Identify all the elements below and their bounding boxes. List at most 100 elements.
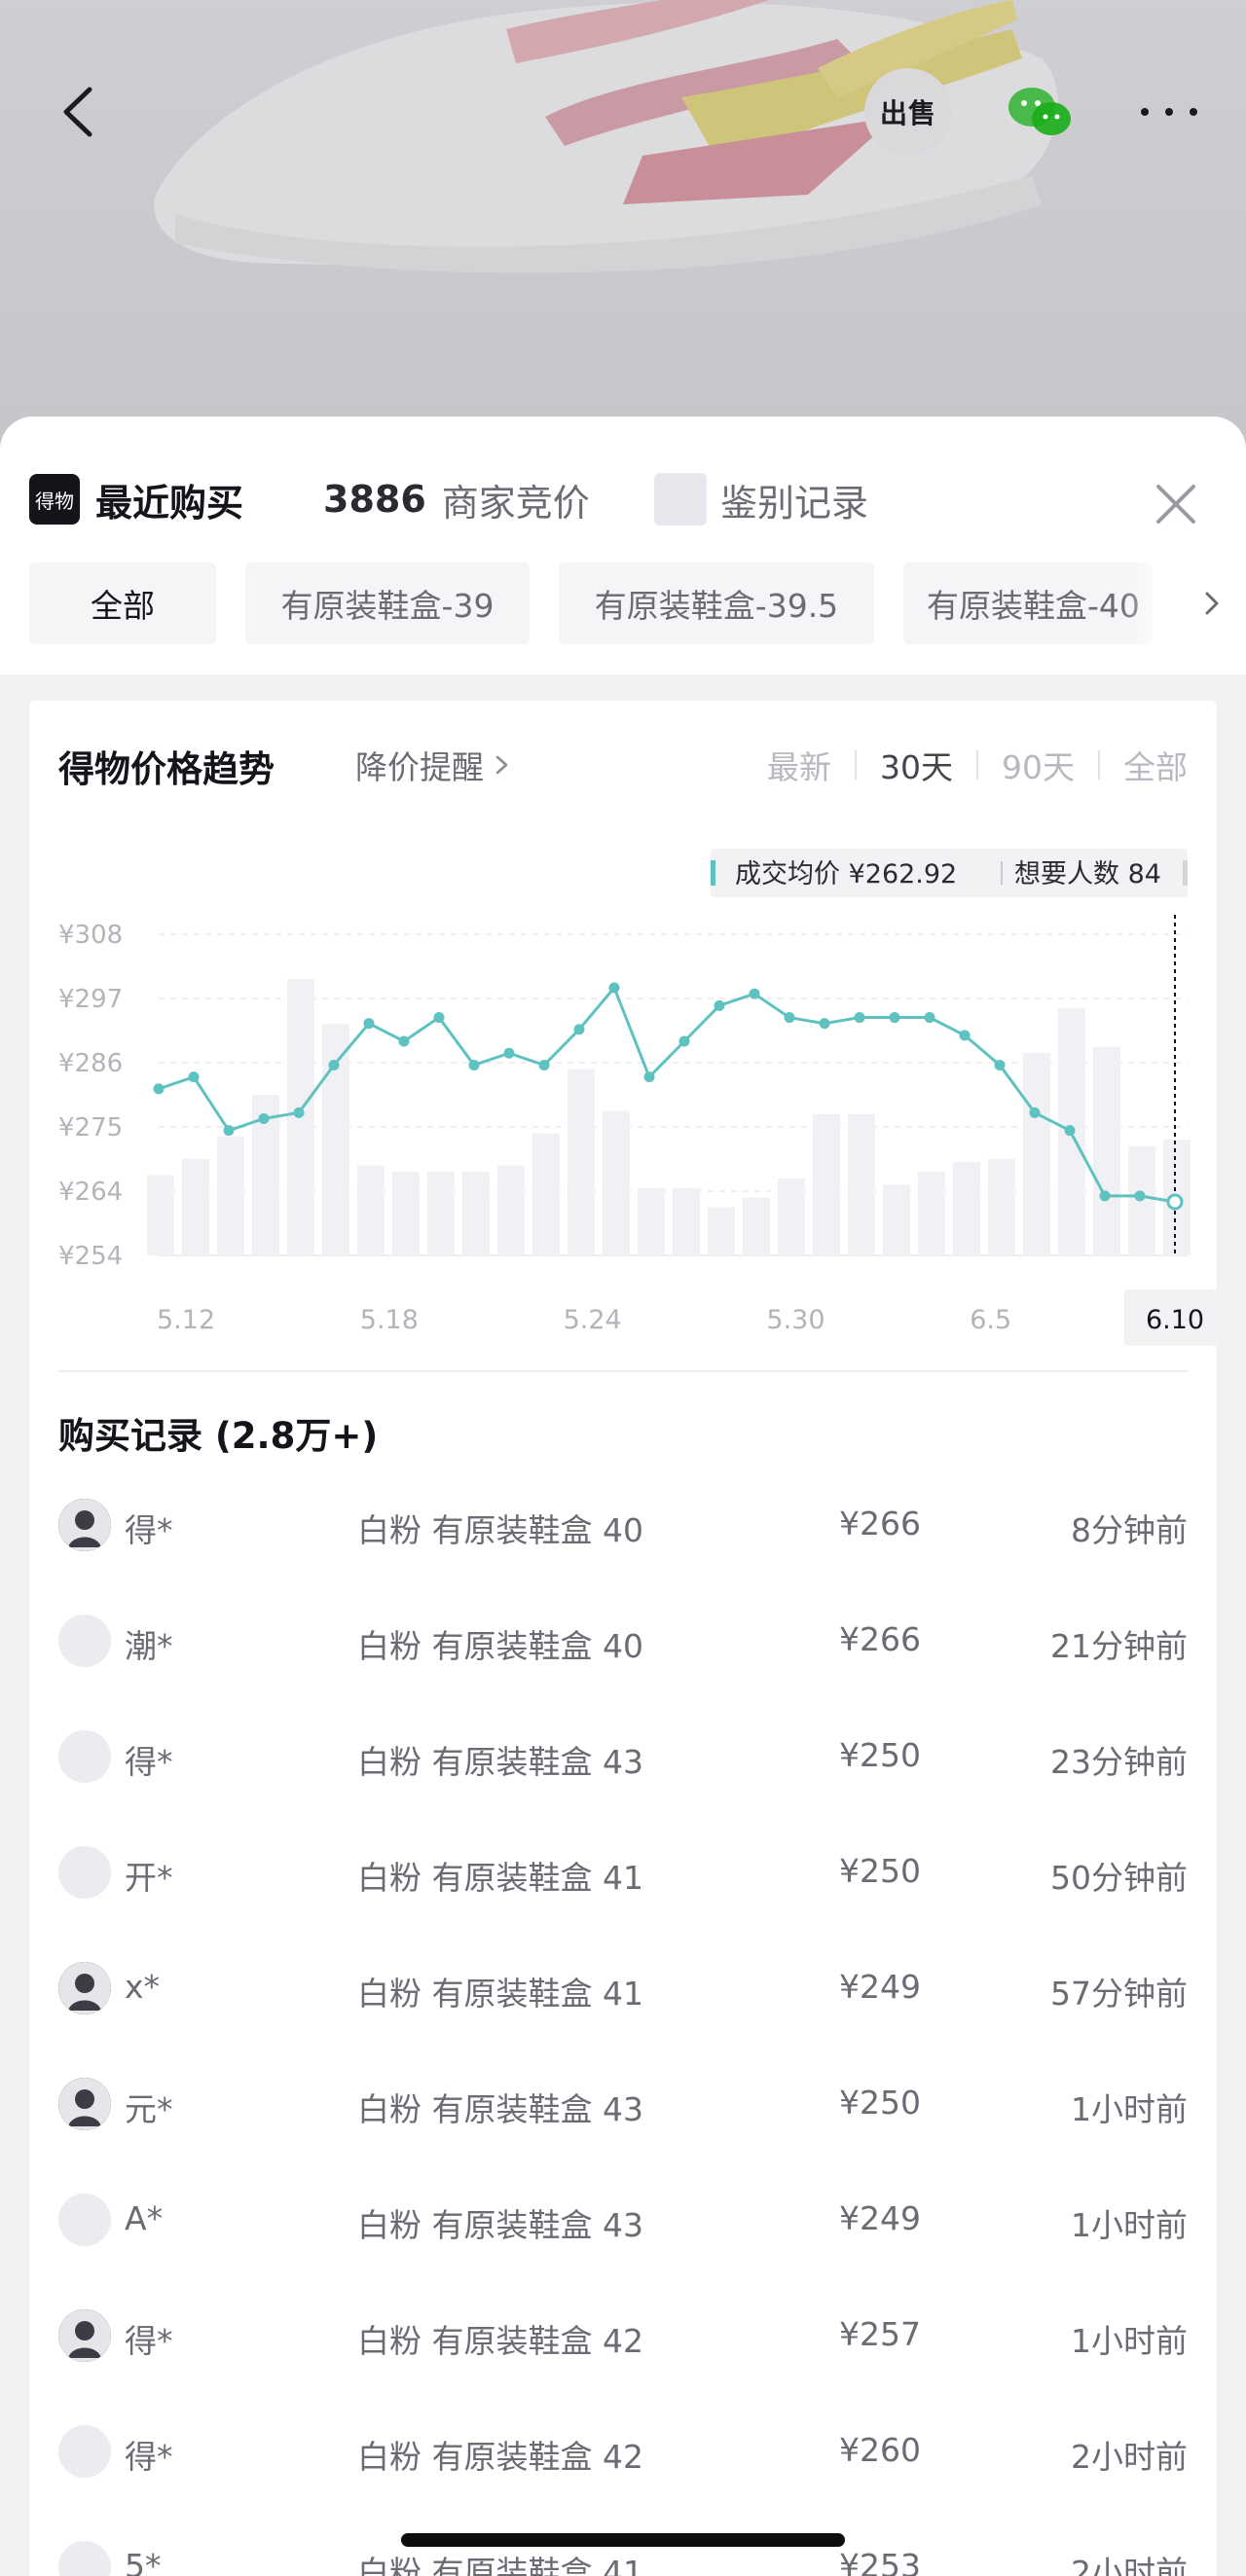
y-tick-label: ¥254 — [58, 1242, 123, 1271]
price-point — [293, 1107, 305, 1118]
more-icon[interactable] — [1125, 68, 1213, 156]
item-spec: 白粉 有原装鞋盒 41 — [357, 1859, 643, 1897]
sale-price: ¥260 — [839, 2431, 921, 2469]
product-image — [154, 0, 1058, 273]
volume-bar — [708, 1207, 735, 1255]
x-tick-label: 5.30 — [766, 1305, 825, 1335]
wechat-icon[interactable] — [997, 68, 1084, 156]
price-point — [468, 1059, 480, 1070]
price-card: 得物价格趋势 降价提醒 最新 30天 90天 全部 ¥308 ¥297 ¥286 ¥2… — [29, 701, 1217, 2576]
tab-recent-purchases[interactable]: 得物 最近购买 — [29, 474, 244, 525]
volume-bar — [743, 1197, 770, 1255]
x-tick-label: 5.24 — [564, 1305, 622, 1335]
price-point — [643, 1071, 655, 1083]
volume-bar — [427, 1172, 455, 1255]
sale-price: ¥257 — [839, 2315, 921, 2353]
trend-header: 得物价格趋势 降价提醒 最新 30天 90天 全部 — [58, 740, 1188, 798]
tab-authentication-records[interactable]: 鉴别记录 — [654, 473, 868, 526]
sale-time: 21分钟前 — [1050, 1627, 1188, 1665]
avatar — [58, 2541, 111, 2576]
volume-bar — [147, 1175, 174, 1255]
item-spec: 白粉 有原装鞋盒 43 — [357, 2206, 643, 2244]
price-point — [398, 1035, 410, 1047]
sheet-header: 得物 最近购买 3886 商家竞价 鉴别记录 全部 有原装鞋盒-39 有原装鞋盒… — [0, 417, 1246, 674]
range-latest[interactable]: 最新 — [767, 742, 831, 788]
tab-merchant-bids[interactable]: 3886 商家竞价 — [323, 475, 590, 525]
avatar-photo-icon — [58, 1962, 111, 2014]
purchase-record-row: 得* 白粉 有原装鞋盒 42 ¥257 1小时前 — [58, 2280, 1188, 2396]
price-point — [959, 1030, 971, 1041]
price-trend-chart[interactable]: ¥308 ¥297 ¥286 ¥275 ¥264 ¥254 5.12 5.18 5.24 5.3… — [29, 808, 1217, 1353]
size-chip[interactable]: 有原装鞋盒-39.5 — [559, 562, 874, 644]
sell-button[interactable]: 出售 — [864, 68, 952, 156]
sale-time: 50分钟前 — [1050, 1859, 1188, 1897]
range-all[interactable]: 全部 — [1123, 742, 1188, 788]
avatar — [58, 1499, 111, 1551]
sale-time: 8分钟前 — [1071, 1511, 1188, 1549]
price-point — [153, 1083, 165, 1095]
volume-bar — [988, 1159, 1015, 1255]
item-spec: 白粉 有原装鞋盒 43 — [357, 1743, 643, 1781]
volume-bar — [813, 1113, 840, 1255]
item-spec: 白粉 有原装鞋盒 41 — [357, 1975, 643, 2013]
sale-time: 2小时前 — [1071, 2438, 1188, 2476]
y-tick-label: ¥286 — [58, 1049, 123, 1078]
back-icon[interactable] — [39, 68, 127, 156]
sale-time: 23分钟前 — [1050, 1743, 1188, 1781]
bid-count: 3886 — [323, 478, 426, 521]
tooltip-divider — [1001, 861, 1003, 885]
chevron-right-icon — [495, 755, 508, 775]
range-30d[interactable]: 30天 — [880, 742, 953, 788]
price-point — [503, 1047, 515, 1059]
sale-price: ¥253 — [839, 2547, 921, 2576]
chart-tooltip: 成交均价 ¥262.92 想要人数 84 — [711, 849, 1188, 897]
sale-time: 57分钟前 — [1050, 1975, 1188, 2013]
buyer-name: 5* — [125, 2547, 162, 2576]
range-divider — [976, 750, 978, 780]
volume-bar — [848, 1113, 875, 1255]
product-hero: 出售 — [0, 0, 1246, 448]
avatar — [58, 1730, 111, 1783]
price-point — [1029, 1107, 1041, 1118]
home-indicator — [401, 2533, 845, 2547]
purchase-record-row: 得* 白粉 有原装鞋盒 40 ¥266 8分钟前 — [58, 1469, 1188, 1585]
sale-time: 1小时前 — [1071, 2206, 1188, 2244]
price-alert-label: 降价提醒 — [355, 748, 484, 786]
price-point — [678, 1035, 690, 1047]
range-90d[interactable]: 90天 — [1002, 742, 1075, 788]
price-alert-link[interactable]: 降价提醒 — [355, 742, 513, 788]
y-axis-ticks: ¥308 ¥297 ¥286 ¥275 ¥264 ¥254 — [58, 921, 123, 1271]
buyer-name: 元* — [125, 2090, 173, 2128]
volume-bar — [568, 1069, 595, 1255]
buyer-name: 得* — [125, 2322, 173, 2360]
price-point — [1099, 1190, 1111, 1202]
price-point — [328, 1059, 340, 1070]
close-icon[interactable] — [1149, 477, 1203, 531]
avatar-photo-icon — [58, 2309, 111, 2362]
sale-price: ¥249 — [839, 1968, 921, 2006]
size-chip-all[interactable]: 全部 — [29, 562, 216, 644]
tooltip-want-count: 想要人数 84 — [1014, 859, 1161, 889]
price-point — [608, 982, 620, 994]
x-tick-label: 5.12 — [157, 1305, 215, 1335]
chevron-right-icon[interactable] — [1199, 584, 1225, 623]
records-title: 购买记录 (2.8万+) — [58, 1415, 379, 1457]
size-chip[interactable]: 有原装鞋盒-39 — [245, 562, 530, 644]
tab-label: 商家竞价 — [441, 481, 590, 525]
purchase-records-list: 得* 白粉 有原装鞋盒 40 ¥266 8分钟前 潮* 白粉 有原装鞋盒 40 ¥266 21… — [58, 1469, 1188, 2576]
volume-bar — [497, 1165, 525, 1255]
purchase-record-row: 元* 白粉 有原装鞋盒 43 ¥250 1小时前 — [58, 2049, 1188, 2164]
volume-bar — [357, 1165, 385, 1255]
volume-bar — [462, 1172, 490, 1255]
buyer-name: 得* — [125, 1743, 173, 1781]
price-point — [363, 1018, 375, 1030]
buyer-name: 开* — [125, 1859, 173, 1897]
size-chip[interactable]: 有原装鞋盒-40 — [903, 562, 1153, 644]
range-divider — [855, 750, 857, 780]
avatar — [58, 2194, 111, 2246]
tab-label: 最近购买 — [95, 481, 244, 525]
volume-bar — [217, 1136, 244, 1255]
volume-bar — [1023, 1053, 1050, 1255]
avatar — [58, 1846, 111, 1899]
bottom-sheet: 得物 最近购买 3886 商家竞价 鉴别记录 全部 有原装鞋盒-39 有原装鞋盒… — [0, 417, 1246, 2576]
